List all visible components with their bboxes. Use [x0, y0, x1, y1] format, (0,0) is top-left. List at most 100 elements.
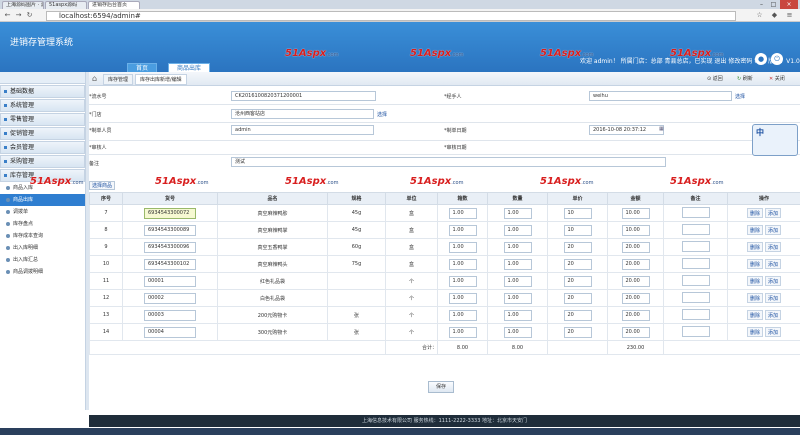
boxes-input[interactable]: 1.00	[448, 275, 477, 287]
code-input[interactable]: 6934543300089	[144, 224, 196, 236]
delete-row-button[interactable]: 删除	[746, 327, 763, 337]
boxes-input[interactable]: 1.00	[448, 309, 477, 321]
add-row-button[interactable]: 添加	[765, 259, 782, 269]
creator-field[interactable]: admin	[231, 125, 374, 135]
price-input[interactable]: 10	[563, 224, 592, 236]
sidebar-item-io-detail[interactable]: 出入库明细	[0, 242, 85, 254]
reload-icon[interactable]: ↻	[25, 11, 34, 20]
tab-home[interactable]: 首页	[127, 63, 158, 72]
boxes-input[interactable]: 1.00	[448, 326, 477, 338]
boxes-input[interactable]: 1.00	[448, 224, 477, 236]
browser-tab[interactable]: 上海源码图片 · 源码网站	[2, 1, 44, 9]
amount-input[interactable]: 20.00	[621, 258, 650, 270]
amount-input[interactable]: 20.00	[621, 326, 650, 338]
sidebar-item-cost-query[interactable]: 库存成本查询	[0, 230, 85, 242]
remark-input[interactable]	[681, 325, 710, 337]
qty-input[interactable]: 1.00	[503, 309, 532, 321]
price-input[interactable]: 20	[563, 326, 592, 338]
qty-input[interactable]: 1.00	[503, 326, 532, 338]
remark-field[interactable]: 测试	[231, 157, 666, 167]
create-date-field[interactable]: 2016-10-08 20:37:12	[589, 125, 664, 135]
delete-row-button[interactable]: 删除	[746, 293, 763, 303]
add-row-button[interactable]: 添加	[765, 327, 782, 337]
sidebar-group-basic-data[interactable]: 基础数据	[0, 85, 85, 98]
add-row-button[interactable]: 添加	[765, 293, 782, 303]
amount-input[interactable]: 10.00	[621, 207, 650, 219]
exit-icon[interactable]: ⏻	[771, 53, 783, 65]
add-row-button[interactable]: 添加	[765, 310, 782, 320]
qty-input[interactable]: 1.00	[503, 258, 532, 270]
amount-input[interactable]: 10.00	[621, 224, 650, 236]
amount-input[interactable]: 20.00	[621, 309, 650, 321]
qty-input[interactable]: 1.00	[503, 224, 532, 236]
price-input[interactable]: 20	[563, 309, 592, 321]
sidebar-group-purchase[interactable]: 采购管理	[0, 155, 85, 168]
ime-toolbar[interactable]: 中	[752, 124, 798, 156]
back-arrow-icon[interactable]: ←	[3, 11, 12, 20]
sidebar-item-io-summary[interactable]: 出入库汇总	[0, 254, 85, 266]
boxes-input[interactable]: 1.00	[448, 258, 477, 270]
close-window-icon[interactable]: ×	[780, 0, 798, 9]
sidebar-group-retail[interactable]: 零售管理	[0, 113, 85, 126]
close-button[interactable]: ✕ 关闭	[769, 75, 785, 82]
calendar-icon[interactable]: ▦	[659, 126, 664, 132]
select-store-link[interactable]: 选择	[377, 111, 387, 118]
remark-input[interactable]	[681, 274, 710, 286]
remark-input[interactable]	[681, 206, 710, 218]
select-goods-button[interactable]: 选择商品	[89, 181, 116, 190]
select-handler-link[interactable]: 选择	[735, 93, 745, 100]
delete-row-button[interactable]: 删除	[746, 225, 763, 235]
remark-input[interactable]	[681, 223, 710, 235]
add-row-button[interactable]: 添加	[765, 276, 782, 286]
tab-stock-out-edit[interactable]: 库存出库新增/编辑	[135, 74, 187, 85]
home-icon[interactable]: ⌂	[92, 74, 97, 83]
code-input[interactable]: 00004	[144, 326, 196, 338]
qty-input[interactable]: 1.00	[503, 292, 532, 304]
delete-row-button[interactable]: 删除	[746, 310, 763, 320]
qty-input[interactable]: 1.00	[503, 207, 532, 219]
order-no-field[interactable]: CK2016100820371200001	[231, 91, 376, 101]
back-button[interactable]: ⊙ 返回	[707, 75, 723, 82]
handler-field[interactable]: weihu	[589, 91, 732, 101]
browser-tab[interactable]: 51aspx源码	[45, 1, 87, 9]
sidebar-group-promotion[interactable]: 促销管理	[0, 127, 85, 140]
menu-icon[interactable]: ≡	[785, 11, 794, 20]
code-input[interactable]: 00001	[144, 275, 196, 287]
sidebar-group-member[interactable]: 会员管理	[0, 141, 85, 154]
sidebar-group-system[interactable]: 系统管理	[0, 99, 85, 112]
forward-arrow-icon[interactable]: →	[14, 11, 23, 20]
price-input[interactable]: 20	[563, 292, 592, 304]
refresh-button[interactable]: ↻ 刷新	[737, 75, 753, 82]
code-input[interactable]: 00003	[144, 309, 196, 321]
amount-input[interactable]: 20.00	[621, 275, 650, 287]
sidebar-item-stock-out[interactable]: 商品出库	[0, 194, 85, 206]
user-icon[interactable]: ●	[755, 53, 767, 65]
amount-input[interactable]: 20.00	[621, 292, 650, 304]
price-input[interactable]: 10	[563, 207, 592, 219]
qty-input[interactable]: 1.00	[503, 241, 532, 253]
star-icon[interactable]: ☆	[755, 11, 764, 20]
boxes-input[interactable]: 1.00	[448, 241, 477, 253]
add-row-button[interactable]: 添加	[765, 225, 782, 235]
store-field[interactable]: 沧州西客站店	[231, 109, 374, 119]
code-input[interactable]: 6934543300072	[144, 207, 196, 219]
add-row-button[interactable]: 添加	[765, 208, 782, 218]
delete-row-button[interactable]: 删除	[746, 208, 763, 218]
tab-stock-out[interactable]: 商品出库	[168, 63, 211, 72]
sidebar-item-transfer[interactable]: 调拨单	[0, 206, 85, 218]
boxes-input[interactable]: 1.00	[448, 207, 477, 219]
price-input[interactable]: 20	[563, 258, 592, 270]
delete-row-button[interactable]: 删除	[746, 259, 763, 269]
url-input[interactable]: localhost:6594/admin#	[46, 11, 736, 21]
price-input[interactable]: 20	[563, 275, 592, 287]
save-button[interactable]: 保存	[428, 381, 454, 393]
qty-input[interactable]: 1.00	[503, 275, 532, 287]
remark-input[interactable]	[681, 291, 710, 303]
tab-inventory[interactable]: 库存管理	[103, 74, 134, 85]
remark-input[interactable]	[681, 308, 710, 320]
minimize-icon[interactable]: –	[756, 0, 767, 9]
delete-row-button[interactable]: 删除	[746, 242, 763, 252]
extension-icon[interactable]: ◆	[770, 11, 779, 20]
amount-input[interactable]: 20.00	[621, 241, 650, 253]
sidebar-item-stocktake[interactable]: 库存盘点	[0, 218, 85, 230]
